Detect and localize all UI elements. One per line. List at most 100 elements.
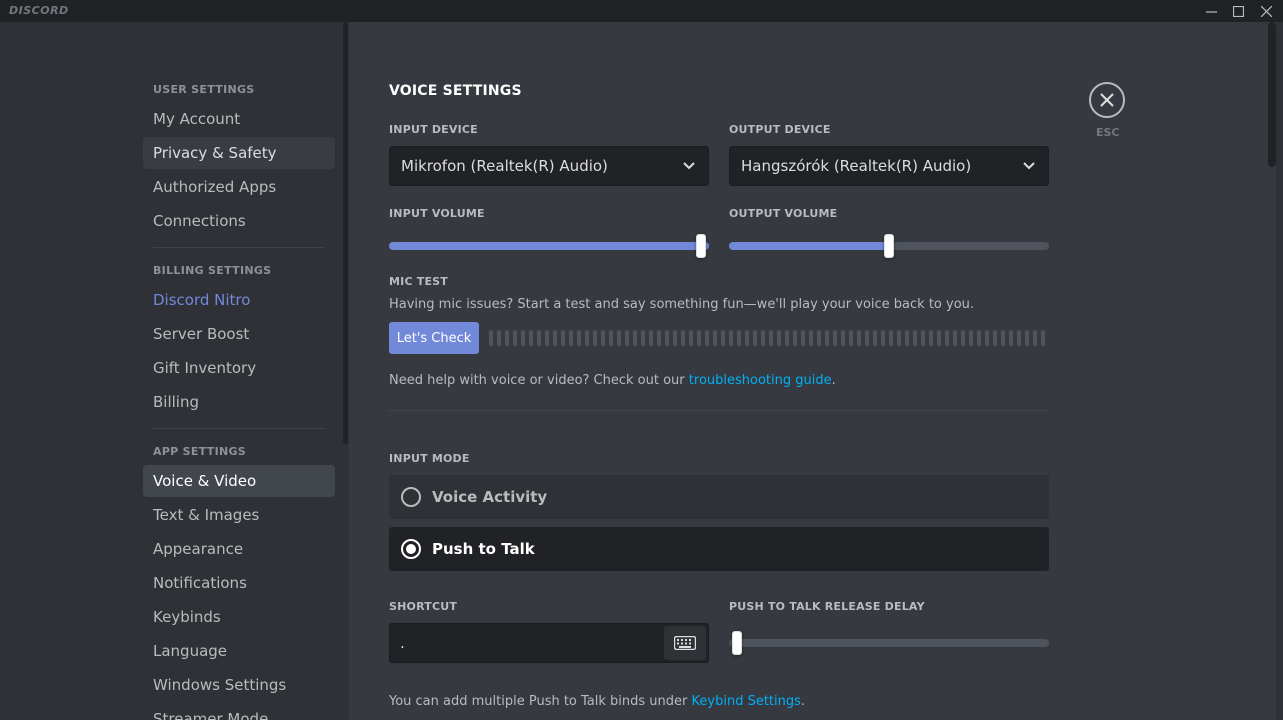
radio-circle-selected (401, 539, 421, 559)
sidebar-item-connections[interactable]: Connections (143, 205, 335, 237)
input-device-label: INPUT DEVICE (389, 123, 478, 136)
sidebar-item-text-images[interactable]: Text & Images (143, 499, 335, 531)
app-settings-header: APP SETTINGS (153, 445, 247, 458)
mic-level-bar (641, 330, 645, 346)
sidebar-item-voice-video[interactable]: Voice & Video (143, 465, 335, 497)
lets-check-button[interactable]: Let's Check (389, 322, 479, 354)
output-volume-fill (729, 242, 889, 250)
help-text-end: . (831, 373, 836, 388)
mic-level-bar (809, 330, 813, 346)
troubleshooting-guide-link[interactable]: troubleshooting guide (689, 373, 832, 388)
mic-level-bar (553, 330, 557, 346)
discord-logo: DISCORD (9, 4, 69, 17)
mic-level-bar (1041, 330, 1045, 346)
mic-level-bar (705, 330, 709, 346)
mic-level-bar (505, 330, 509, 346)
input-mode-label: INPUT MODE (389, 452, 470, 465)
sidebar-item-authorized-apps[interactable]: Authorized Apps (143, 171, 335, 203)
release-delay-handle[interactable] (732, 631, 742, 655)
mic-level-bar (865, 330, 869, 346)
sidebar-item-notifications[interactable]: Notifications (143, 567, 335, 599)
mic-level-bar (969, 330, 973, 346)
mic-level-bar (601, 330, 605, 346)
mic-level-bar (545, 330, 549, 346)
input-device-select[interactable]: Mikrofon (Realtek(R) Audio) (389, 146, 709, 186)
sidebar-item-privacy-safety[interactable]: Privacy & Safety (143, 137, 335, 169)
release-delay-slider[interactable] (729, 639, 1049, 647)
mic-level-bar (857, 330, 861, 346)
mic-level-bar (953, 330, 957, 346)
sidebar-item-appearance[interactable]: Appearance (143, 533, 335, 565)
radio-push-to-talk[interactable]: Push to Talk (389, 527, 1049, 571)
voice-activity-label: Voice Activity (432, 488, 548, 506)
keybind-hint-prefix: You can add multiple Push to Talk binds … (389, 694, 692, 709)
keybind-settings-link[interactable]: Keybind Settings (692, 694, 801, 709)
sidebar-item-language[interactable]: Language (143, 635, 335, 667)
mic-level-bar (985, 330, 989, 346)
input-volume-fill (389, 242, 709, 250)
sidebar-item-keybinds[interactable]: Keybinds (143, 601, 335, 633)
mic-level-bar (673, 330, 677, 346)
mic-level-bar (889, 330, 893, 346)
output-device-label: OUTPUT DEVICE (729, 123, 831, 136)
mic-level-bar (561, 330, 565, 346)
mic-level-bar (521, 330, 525, 346)
sidebar-item-streamer-mode[interactable]: Streamer Mode (143, 703, 335, 720)
mic-level-bar (881, 330, 885, 346)
sidebar-item-billing[interactable]: Billing (143, 386, 335, 418)
mic-level-bar (577, 330, 581, 346)
mic-level-bar (649, 330, 653, 346)
keybind-hint: You can add multiple Push to Talk binds … (389, 694, 805, 709)
chevron-down-icon (683, 162, 695, 170)
close-icon[interactable] (1252, 0, 1280, 22)
input-volume-handle[interactable] (696, 234, 706, 258)
mic-level-bar (729, 330, 733, 346)
output-device-value: Hangszórók (Realtek(R) Audio) (741, 157, 972, 175)
mic-level-bar (793, 330, 797, 346)
mic-level-bar (945, 330, 949, 346)
mic-level-bar (873, 330, 877, 346)
output-volume-label: OUTPUT VOLUME (729, 207, 838, 220)
user-settings-header: USER SETTINGS (153, 83, 255, 96)
section-divider (389, 410, 1049, 411)
close-icon[interactable] (1089, 82, 1125, 118)
mic-level-bar (585, 330, 589, 346)
mic-level-bar (761, 330, 765, 346)
mic-level-bar (529, 330, 533, 346)
mic-level-bar (721, 330, 725, 346)
mic-level-bar (961, 330, 965, 346)
mic-level-bar (825, 330, 829, 346)
keyboard-icon[interactable] (664, 626, 706, 660)
maximize-icon[interactable] (1224, 0, 1252, 22)
mic-level-bar (593, 330, 597, 346)
mic-level-bar (513, 330, 517, 346)
mic-level-bar (833, 330, 837, 346)
mic-level-bar (937, 330, 941, 346)
mic-test-label: MIC TEST (389, 275, 448, 288)
sidebar-item-gift-inventory[interactable]: Gift Inventory (143, 352, 335, 384)
output-volume-handle[interactable] (884, 234, 894, 258)
sidebar-item-server-boost[interactable]: Server Boost (143, 318, 335, 350)
mic-level-bar (1025, 330, 1029, 346)
shortcut-input[interactable]: . (389, 623, 709, 663)
mic-level-bar (801, 330, 805, 346)
input-device-value: Mikrofon (Realtek(R) Audio) (401, 157, 608, 175)
keybind-hint-end: . (800, 694, 806, 709)
sidebar-scrollbar[interactable] (343, 22, 348, 444)
help-text: Need help with voice or video? Check out… (389, 373, 836, 388)
mic-level-bar (849, 330, 853, 346)
main-scrollbar[interactable] (1268, 22, 1276, 167)
sidebar-item-my-account[interactable]: My Account (143, 103, 335, 135)
minimize-icon[interactable] (1197, 0, 1225, 22)
mic-level-bar (489, 330, 493, 346)
sidebar-item-windows-settings[interactable]: Windows Settings (143, 669, 335, 701)
mic-level-bar (769, 330, 773, 346)
sidebar-item-discord-nitro[interactable]: Discord Nitro (143, 284, 335, 316)
output-device-select[interactable]: Hangszórók (Realtek(R) Audio) (729, 146, 1049, 186)
input-volume-slider[interactable] (389, 242, 709, 250)
main-scroll-track (1276, 22, 1283, 720)
billing-settings-header: BILLING SETTINGS (153, 264, 272, 277)
radio-voice-activity[interactable]: Voice Activity (389, 475, 1049, 519)
mic-level-bar (993, 330, 997, 346)
esc-label: ESC (1096, 126, 1120, 139)
